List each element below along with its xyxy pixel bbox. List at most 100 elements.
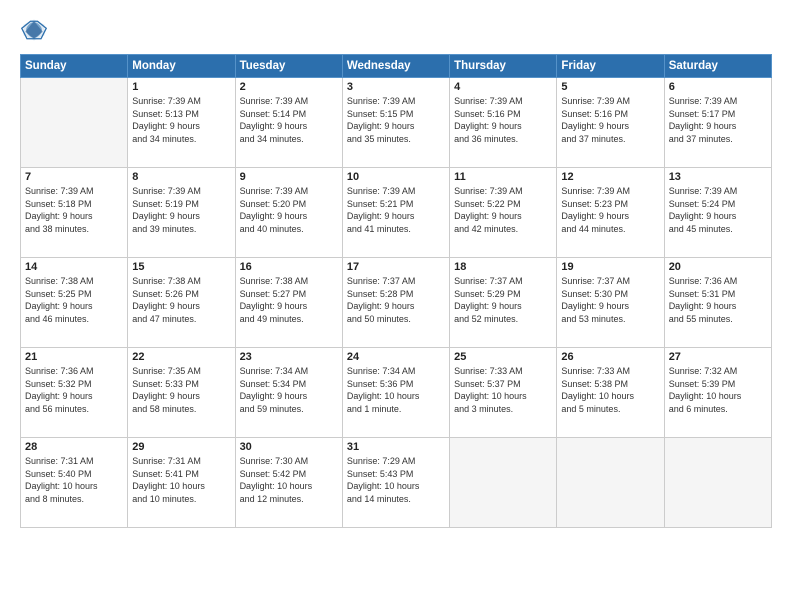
calendar-cell: 12 Sunrise: 7:39 AM Sunset: 5:23 PM Dayli… xyxy=(557,168,664,258)
calendar-cell: 28 Sunrise: 7:31 AM Sunset: 5:40 PM Dayli… xyxy=(21,438,128,528)
day-info: Sunrise: 7:39 AM Sunset: 5:18 PM Dayligh… xyxy=(25,185,123,235)
day-info: Sunrise: 7:37 AM Sunset: 5:29 PM Dayligh… xyxy=(454,275,552,325)
calendar-cell: 1 Sunrise: 7:39 AM Sunset: 5:13 PM Daylig… xyxy=(128,78,235,168)
calendar-week-4: 21 Sunrise: 7:36 AM Sunset: 5:32 PM Dayli… xyxy=(21,348,772,438)
weekday-header-monday: Monday xyxy=(128,55,235,78)
calendar-cell: 8 Sunrise: 7:39 AM Sunset: 5:19 PM Daylig… xyxy=(128,168,235,258)
day-info: Sunrise: 7:29 AM Sunset: 5:43 PM Dayligh… xyxy=(347,455,445,505)
calendar-week-3: 14 Sunrise: 7:38 AM Sunset: 5:25 PM Dayli… xyxy=(21,258,772,348)
calendar-cell: 22 Sunrise: 7:35 AM Sunset: 5:33 PM Dayli… xyxy=(128,348,235,438)
day-info: Sunrise: 7:39 AM Sunset: 5:14 PM Dayligh… xyxy=(240,95,338,145)
calendar-cell: 26 Sunrise: 7:33 AM Sunset: 5:38 PM Dayli… xyxy=(557,348,664,438)
day-number: 28 xyxy=(25,441,123,453)
day-number: 27 xyxy=(669,351,767,363)
day-info: Sunrise: 7:39 AM Sunset: 5:17 PM Dayligh… xyxy=(669,95,767,145)
day-number: 16 xyxy=(240,261,338,273)
day-info: Sunrise: 7:31 AM Sunset: 5:40 PM Dayligh… xyxy=(25,455,123,505)
calendar-table: SundayMondayTuesdayWednesdayThursdayFrid… xyxy=(20,54,772,528)
calendar-cell xyxy=(557,438,664,528)
day-info: Sunrise: 7:39 AM Sunset: 5:16 PM Dayligh… xyxy=(454,95,552,145)
calendar-cell: 7Sunrise: 7:39 AM Sunset: 5:18 PM Daylig… xyxy=(21,168,128,258)
day-number: 11 xyxy=(454,171,552,183)
day-number: 26 xyxy=(561,351,659,363)
weekday-header-wednesday: Wednesday xyxy=(342,55,449,78)
calendar-cell: 25Sunrise: 7:33 AM Sunset: 5:37 PM Dayli… xyxy=(450,348,557,438)
calendar-cell: 29 Sunrise: 7:31 AM Sunset: 5:41 PM Dayli… xyxy=(128,438,235,528)
day-info: Sunrise: 7:39 AM Sunset: 5:20 PM Dayligh… xyxy=(240,185,338,235)
day-number: 4 xyxy=(454,81,552,93)
day-number: 6 xyxy=(669,81,767,93)
calendar-week-1: 1 Sunrise: 7:39 AM Sunset: 5:13 PM Daylig… xyxy=(21,78,772,168)
day-info: Sunrise: 7:35 AM Sunset: 5:33 PM Dayligh… xyxy=(132,365,230,415)
calendar-cell xyxy=(450,438,557,528)
day-number: 22 xyxy=(132,351,230,363)
calendar-cell: 18 Sunrise: 7:37 AM Sunset: 5:29 PM Dayli… xyxy=(450,258,557,348)
day-info: Sunrise: 7:39 AM Sunset: 5:15 PM Dayligh… xyxy=(347,95,445,145)
day-number: 20 xyxy=(669,261,767,273)
calendar-cell: 21 Sunrise: 7:36 AM Sunset: 5:32 PM Dayli… xyxy=(21,348,128,438)
day-number: 24 xyxy=(347,351,445,363)
calendar-week-2: 7Sunrise: 7:39 AM Sunset: 5:18 PM Daylig… xyxy=(21,168,772,258)
day-info: Sunrise: 7:39 AM Sunset: 5:13 PM Dayligh… xyxy=(132,95,230,145)
day-info: Sunrise: 7:37 AM Sunset: 5:30 PM Dayligh… xyxy=(561,275,659,325)
day-info: Sunrise: 7:33 AM Sunset: 5:38 PM Dayligh… xyxy=(561,365,659,415)
calendar-cell: 27 Sunrise: 7:32 AM Sunset: 5:39 PM Dayli… xyxy=(664,348,771,438)
day-info: Sunrise: 7:33 AM Sunset: 5:37 PM Dayligh… xyxy=(454,365,552,415)
day-number: 1 xyxy=(132,81,230,93)
calendar-cell: 4 Sunrise: 7:39 AM Sunset: 5:16 PM Daylig… xyxy=(450,78,557,168)
calendar-cell: 17Sunrise: 7:37 AM Sunset: 5:28 PM Dayli… xyxy=(342,258,449,348)
day-info: Sunrise: 7:34 AM Sunset: 5:36 PM Dayligh… xyxy=(347,365,445,415)
day-number: 18 xyxy=(454,261,552,273)
day-info: Sunrise: 7:39 AM Sunset: 5:19 PM Dayligh… xyxy=(132,185,230,235)
calendar-cell: 5 Sunrise: 7:39 AM Sunset: 5:16 PM Daylig… xyxy=(557,78,664,168)
day-info: Sunrise: 7:30 AM Sunset: 5:42 PM Dayligh… xyxy=(240,455,338,505)
day-number: 15 xyxy=(132,261,230,273)
calendar-cell: 3 Sunrise: 7:39 AM Sunset: 5:15 PM Daylig… xyxy=(342,78,449,168)
day-number: 2 xyxy=(240,81,338,93)
day-info: Sunrise: 7:39 AM Sunset: 5:24 PM Dayligh… xyxy=(669,185,767,235)
weekday-header-saturday: Saturday xyxy=(664,55,771,78)
weekday-header-tuesday: Tuesday xyxy=(235,55,342,78)
day-info: Sunrise: 7:39 AM Sunset: 5:23 PM Dayligh… xyxy=(561,185,659,235)
calendar-cell: 31 Sunrise: 7:29 AM Sunset: 5:43 PM Dayli… xyxy=(342,438,449,528)
day-info: Sunrise: 7:38 AM Sunset: 5:27 PM Dayligh… xyxy=(240,275,338,325)
weekday-header-sunday: Sunday xyxy=(21,55,128,78)
calendar-cell: 6 Sunrise: 7:39 AM Sunset: 5:17 PM Daylig… xyxy=(664,78,771,168)
day-number: 3 xyxy=(347,81,445,93)
calendar-cell: 15Sunrise: 7:38 AM Sunset: 5:26 PM Dayli… xyxy=(128,258,235,348)
day-number: 29 xyxy=(132,441,230,453)
day-number: 21 xyxy=(25,351,123,363)
day-number: 14 xyxy=(25,261,123,273)
calendar-cell: 13 Sunrise: 7:39 AM Sunset: 5:24 PM Dayli… xyxy=(664,168,771,258)
day-info: Sunrise: 7:38 AM Sunset: 5:25 PM Dayligh… xyxy=(25,275,123,325)
day-number: 10 xyxy=(347,171,445,183)
calendar-week-5: 28 Sunrise: 7:31 AM Sunset: 5:40 PM Dayli… xyxy=(21,438,772,528)
calendar-cell: 30 Sunrise: 7:30 AM Sunset: 5:42 PM Dayli… xyxy=(235,438,342,528)
day-number: 31 xyxy=(347,441,445,453)
day-number: 5 xyxy=(561,81,659,93)
day-number: 13 xyxy=(669,171,767,183)
weekday-header-thursday: Thursday xyxy=(450,55,557,78)
calendar-cell: 24 Sunrise: 7:34 AM Sunset: 5:36 PM Dayli… xyxy=(342,348,449,438)
calendar-cell xyxy=(21,78,128,168)
day-number: 30 xyxy=(240,441,338,453)
weekday-header-row: SundayMondayTuesdayWednesdayThursdayFrid… xyxy=(21,55,772,78)
day-number: 9 xyxy=(240,171,338,183)
day-number: 12 xyxy=(561,171,659,183)
day-info: Sunrise: 7:32 AM Sunset: 5:39 PM Dayligh… xyxy=(669,365,767,415)
day-info: Sunrise: 7:39 AM Sunset: 5:21 PM Dayligh… xyxy=(347,185,445,235)
day-info: Sunrise: 7:31 AM Sunset: 5:41 PM Dayligh… xyxy=(132,455,230,505)
day-info: Sunrise: 7:39 AM Sunset: 5:16 PM Dayligh… xyxy=(561,95,659,145)
calendar-cell: 2 Sunrise: 7:39 AM Sunset: 5:14 PM Daylig… xyxy=(235,78,342,168)
day-info: Sunrise: 7:36 AM Sunset: 5:32 PM Dayligh… xyxy=(25,365,123,415)
calendar-cell: 19Sunrise: 7:37 AM Sunset: 5:30 PM Dayli… xyxy=(557,258,664,348)
calendar-cell: 20Sunrise: 7:36 AM Sunset: 5:31 PM Dayli… xyxy=(664,258,771,348)
logo-icon xyxy=(20,16,48,44)
day-info: Sunrise: 7:37 AM Sunset: 5:28 PM Dayligh… xyxy=(347,275,445,325)
calendar-cell: 23Sunrise: 7:34 AM Sunset: 5:34 PM Dayli… xyxy=(235,348,342,438)
header xyxy=(20,16,772,44)
calendar-cell: 9 Sunrise: 7:39 AM Sunset: 5:20 PM Daylig… xyxy=(235,168,342,258)
day-number: 8 xyxy=(132,171,230,183)
weekday-header-friday: Friday xyxy=(557,55,664,78)
calendar-cell: 11Sunrise: 7:39 AM Sunset: 5:22 PM Dayli… xyxy=(450,168,557,258)
